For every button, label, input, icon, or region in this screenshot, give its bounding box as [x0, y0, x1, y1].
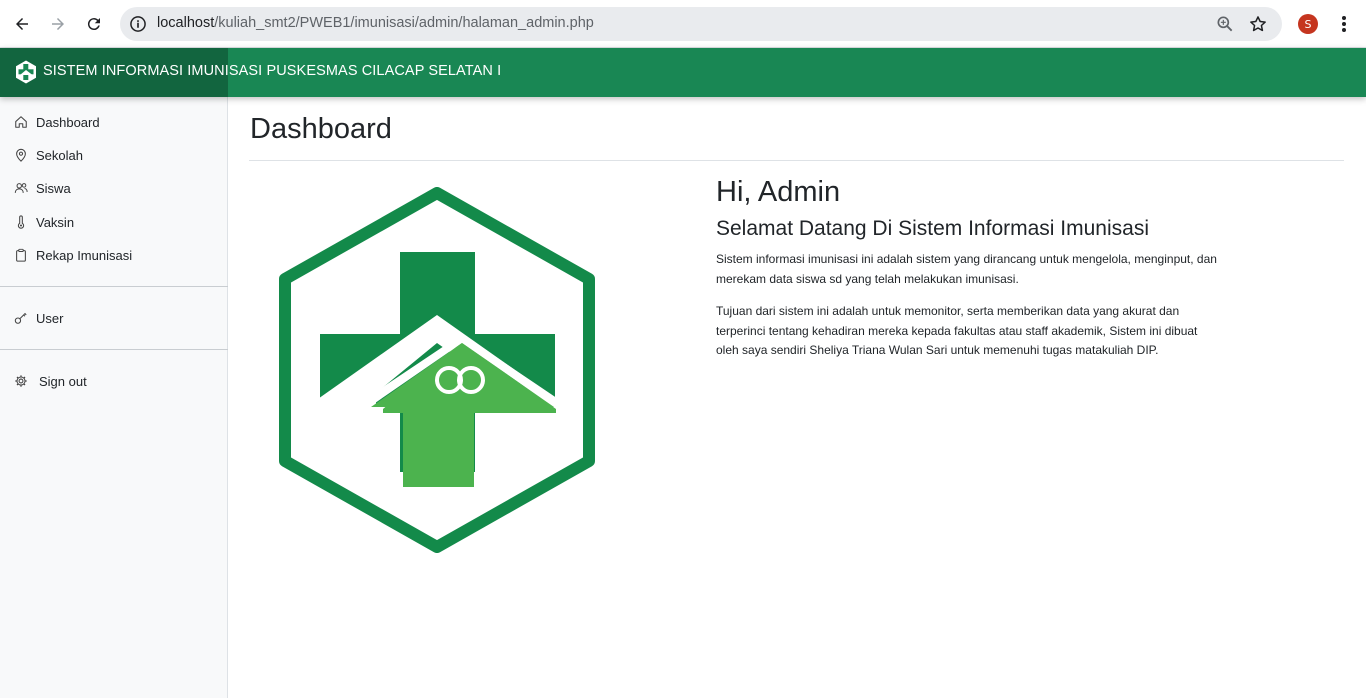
sidebar-item-label: Sign out	[39, 373, 87, 389]
bookmark-star-icon[interactable]	[1248, 14, 1268, 34]
arrow-left-icon	[16, 18, 28, 30]
profile-avatar[interactable]: S	[1298, 14, 1318, 34]
sidebar-item-label: Dashboard	[36, 114, 100, 130]
sidebar-item-dashboard[interactable]: Dashboard	[14, 112, 100, 132]
welcome-heading: Selamat Datang Di Sistem Informasi Imuni…	[716, 217, 1149, 240]
app-title[interactable]: SISTEM INFORMASI IMUNISASI PUSKESMAS CIL…	[43, 63, 501, 79]
clipboard-icon	[16, 248, 26, 262]
sidebar-divider	[0, 286, 228, 287]
sidebar: Dashboard Sekolah Siswa Vaksin Rekap Imu…	[0, 97, 228, 698]
page-title: Dashboard	[250, 113, 392, 145]
sidebar-item-label: Siswa	[36, 180, 71, 196]
paragraph-line: merekam data siswa sd yang telah melakuk…	[716, 271, 1019, 286]
back-button[interactable]	[8, 10, 36, 38]
url-text[interactable]: localhost/kuliah_smt2/PWEB1/imunisasi/ad…	[157, 15, 594, 31]
paragraph-line: oleh saya sendiri Sheliya Triana Wulan S…	[716, 343, 1159, 357]
paragraph-line: Tujuan dari sistem ini adalah untuk memo…	[716, 304, 1180, 318]
sidebar-item-user[interactable]: User	[14, 308, 63, 328]
url-path: /kuliah_smt2/PWEB1/imunisasi/admin/halam…	[214, 15, 594, 31]
sidebar-item-sign-out[interactable]: Sign out	[14, 371, 87, 391]
key-icon	[14, 312, 27, 324]
thermometer-icon	[17, 215, 25, 229]
sidebar-divider	[0, 349, 228, 350]
arrow-right-icon	[52, 18, 64, 30]
puskesmas-logo-icon[interactable]	[14, 60, 38, 84]
home-icon	[15, 116, 27, 128]
people-icon	[14, 183, 28, 193]
sidebar-item-label: User	[36, 310, 64, 326]
puskesmas-logo-image	[279, 187, 595, 553]
browser-toolbar: localhost/kuliah_smt2/PWEB1/imunisasi/ad…	[0, 0, 1366, 48]
greeting-heading: Hi, Admin	[716, 176, 841, 208]
gear-icon	[15, 375, 27, 387]
app-header: SISTEM INFORMASI IMUNISASI PUSKESMAS CIL…	[0, 48, 1366, 97]
reload-icon	[87, 18, 100, 31]
site-info-icon[interactable]	[128, 14, 148, 34]
url-host: localhost	[157, 15, 215, 31]
sidebar-item-vaksin[interactable]: Vaksin	[14, 212, 74, 232]
sidebar-item-label: Vaksin	[36, 214, 75, 230]
sidebar-item-label: Sekolah	[36, 147, 83, 163]
forward-button[interactable]	[44, 10, 72, 38]
paragraph-line: Sistem informasi imunisasi ini adalah si…	[716, 252, 1217, 266]
sidebar-item-siswa[interactable]: Siswa	[14, 178, 71, 198]
sidebar-item-rekap-imunisasi[interactable]: Rekap Imunisasi	[14, 245, 132, 265]
more-menu-icon[interactable]	[1334, 12, 1354, 36]
paragraph-line: terperinci tentang kehadiran mereka kepa…	[716, 323, 1198, 338]
description-paragraph: Sistem informasi imunisasi ini adalah si…	[716, 250, 1256, 289]
map-pin-icon	[16, 148, 26, 162]
zoom-icon[interactable]	[1215, 14, 1235, 34]
title-divider	[249, 160, 1344, 161]
address-bar[interactable]: localhost/kuliah_smt2/PWEB1/imunisasi/ad…	[120, 7, 1282, 41]
purpose-paragraph: Tujuan dari sistem ini adalah untuk memo…	[716, 302, 1256, 361]
sidebar-item-label: Rekap Imunisasi	[36, 247, 133, 263]
sidebar-item-sekolah[interactable]: Sekolah	[14, 145, 83, 165]
reload-button[interactable]	[80, 10, 108, 38]
